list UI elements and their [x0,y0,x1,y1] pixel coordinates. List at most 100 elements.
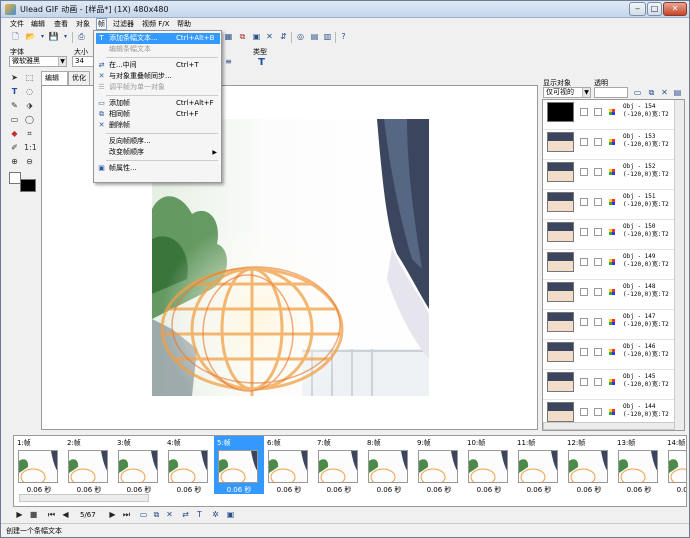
layout-icon[interactable]: ▦ [223,31,234,42]
visibility-checkbox[interactable] [580,138,588,146]
lock-checkbox[interactable] [594,168,602,176]
add-frame-icon[interactable]: ▭ [138,509,149,520]
text-tool-icon[interactable]: T [9,86,20,97]
menu-help[interactable]: 帮助 [176,19,192,29]
display-objects-select[interactable]: 仅可视的 ▼ [543,87,591,98]
duplicate-object-icon[interactable]: ⧉ [646,87,657,98]
visibility-checkbox[interactable] [580,318,588,326]
object-row[interactable]: Obj - 149 (-120,0)宽:T2 [543,250,675,280]
frame-menu-item-12[interactable]: 改变帧顺序 ▶ [96,147,220,158]
frame-cell[interactable]: 1:帧 0.06 秒 [14,436,64,494]
delete-object-icon[interactable]: ✕ [264,31,275,42]
brush-tool-icon[interactable]: ✎ [9,100,20,111]
visibility-checkbox[interactable] [580,198,588,206]
object-properties-icon[interactable]: ▤ [672,87,683,98]
new-file-icon[interactable]: 🗋 [10,31,21,42]
object-row[interactable]: Obj - 151 (-120,0)宽:T2 [543,190,675,220]
frame-delay[interactable]: 0.06 秒 [264,485,314,495]
transform-tool-icon[interactable]: ⬗ [24,100,35,111]
frame-cell[interactable]: 10:帧 0.06 秒 [464,436,514,494]
object-row[interactable]: Obj - 153 (-120,0)宽:T2 [543,130,675,160]
actual-size-icon[interactable]: 1:1 [24,142,37,153]
object-row[interactable]: Obj - 152 (-120,0)宽:T2 [543,160,675,190]
visibility-checkbox[interactable] [580,378,588,386]
print-icon[interactable]: ⎙ [76,31,87,42]
open-dropdown-icon[interactable]: ▾ [37,31,48,42]
next-frame-icon[interactable]: ▶ [107,509,118,520]
visibility-checkbox[interactable] [580,348,588,356]
lock-checkbox[interactable] [594,288,602,296]
frame-delay[interactable]: 0.06 秒 [414,485,464,495]
menu-video-fx[interactable]: 视频 F/X [141,19,170,29]
frame-scrollbar[interactable] [19,494,149,502]
preview-icon[interactable]: ◎ [295,31,306,42]
marquee-tool-icon[interactable]: ⬚ [24,72,35,83]
foreground-color-swatch[interactable] [20,179,36,192]
frame-delay[interactable]: 0.06 秒 [464,485,514,495]
menu-view[interactable]: 查看 [53,19,69,29]
optimize-icon[interactable]: ⇵ [278,31,289,42]
title-bar[interactable]: Ulead GIF 动画 - [样品*] (1X) 480x480 ‒ □ ✕ [1,1,689,18]
menu-frame[interactable]: 帧 [96,18,107,30]
export-icon[interactable]: ⧉ [237,31,248,42]
lock-checkbox[interactable] [594,348,602,356]
visibility-checkbox[interactable] [580,228,588,236]
video-icon[interactable]: ▥ [322,31,333,42]
object-row[interactable]: Obj - 146 (-120,0)宽:T2 [543,340,675,370]
object-list-scrollbar[interactable] [674,100,684,430]
frame-menu-item-7[interactable]: ▭ 添加帧 Ctrl+Alt+F [96,98,220,109]
frame-menu-item-3[interactable]: ⇄ 在...中间 Ctrl+T [96,60,220,71]
save-icon[interactable]: 💾 [48,31,59,42]
lock-checkbox[interactable] [594,408,602,416]
menu-file[interactable]: 文件 [9,19,25,29]
object-row[interactable]: Obj - 148 (-120,0)宽:T2 [543,280,675,310]
frame-cell[interactable]: 13:帧 0.06 秒 [614,436,664,494]
frame-menu-item-14[interactable]: ▣ 帧属性... [96,163,220,174]
frame-delay[interactable]: 0.06 秒 [514,485,564,495]
frame-delay[interactable]: 0.06 秒 [164,485,214,495]
frame-delay[interactable]: 0.06 秒 [614,485,664,495]
pointer-tool-icon[interactable]: ➤ [9,72,20,83]
menu-object[interactable]: 对象 [75,19,91,29]
frame-menu-item-9[interactable]: ✕ 删除帧 [96,120,220,131]
frame-delay[interactable]: 0.06 秒 [664,485,686,495]
save-dropdown-icon[interactable]: ▾ [60,31,71,42]
frame-cell[interactable]: 4:帧 0.06 秒 [164,436,214,494]
opacity-input[interactable] [594,87,628,98]
eraser-tool-icon[interactable]: ▭ [9,114,20,125]
zoom-out-icon[interactable]: ⊖ [24,156,35,167]
frame-delay[interactable]: 0.06 秒 [314,485,364,495]
minimize-button[interactable]: ‒ [629,2,646,16]
zoom-in-icon[interactable]: ⊕ [9,156,20,167]
lock-checkbox[interactable] [594,258,602,266]
frame-menu-item-11[interactable]: 反向帧顺序... [96,136,220,147]
frame-menu-item-8[interactable]: ⧉ 相同帧 Ctrl+F [96,109,220,120]
open-file-icon[interactable]: 📂 [25,31,36,42]
frame-cell[interactable]: 2:帧 0.06 秒 [64,436,114,494]
new-object-icon[interactable]: ▭ [632,87,643,98]
frame-cell[interactable]: 3:帧 0.06 秒 [114,436,164,494]
visibility-checkbox[interactable] [580,258,588,266]
visibility-checkbox[interactable] [580,408,588,416]
fill-tool-icon[interactable]: ◆ [9,128,20,139]
frame-delay[interactable]: 0.06 秒 [364,485,414,495]
eyedropper-tool-icon[interactable]: ✐ [9,142,20,153]
frame-cell[interactable]: 5:帧 0.06 秒 [214,436,264,494]
frame-menu-item-4[interactable]: ✕ 与对象重叠帧同步... [96,71,220,82]
frame-cell[interactable]: 7:帧 0.06 秒 [314,436,364,494]
object-row[interactable]: Obj - 147 (-120,0)宽:T2 [543,310,675,340]
duplicate-frame-icon[interactable]: ⧉ [151,509,162,520]
tab-optimize[interactable]: 优化 [68,71,90,85]
frame-menu-item-0[interactable]: T 添加条幅文本... Ctrl+Alt+B [96,33,220,44]
frame-cell[interactable]: 12:帧 0.06 秒 [564,436,614,494]
object-row[interactable]: Obj - 150 (-120,0)宽:T2 [543,220,675,250]
frame-cell[interactable]: 6:帧 0.06 秒 [264,436,314,494]
lock-checkbox[interactable] [594,138,602,146]
frame-delay[interactable]: 0.06 秒 [564,485,614,495]
menu-filter[interactable]: 过滤器 [112,19,135,29]
frame-cell[interactable]: 11:帧 0.06 秒 [514,436,564,494]
lock-checkbox[interactable] [594,108,602,116]
frame-grid-icon[interactable]: ▣ [251,31,262,42]
stop-icon[interactable]: ■ [28,509,39,520]
lasso-tool-icon[interactable]: ◌ [24,86,35,97]
